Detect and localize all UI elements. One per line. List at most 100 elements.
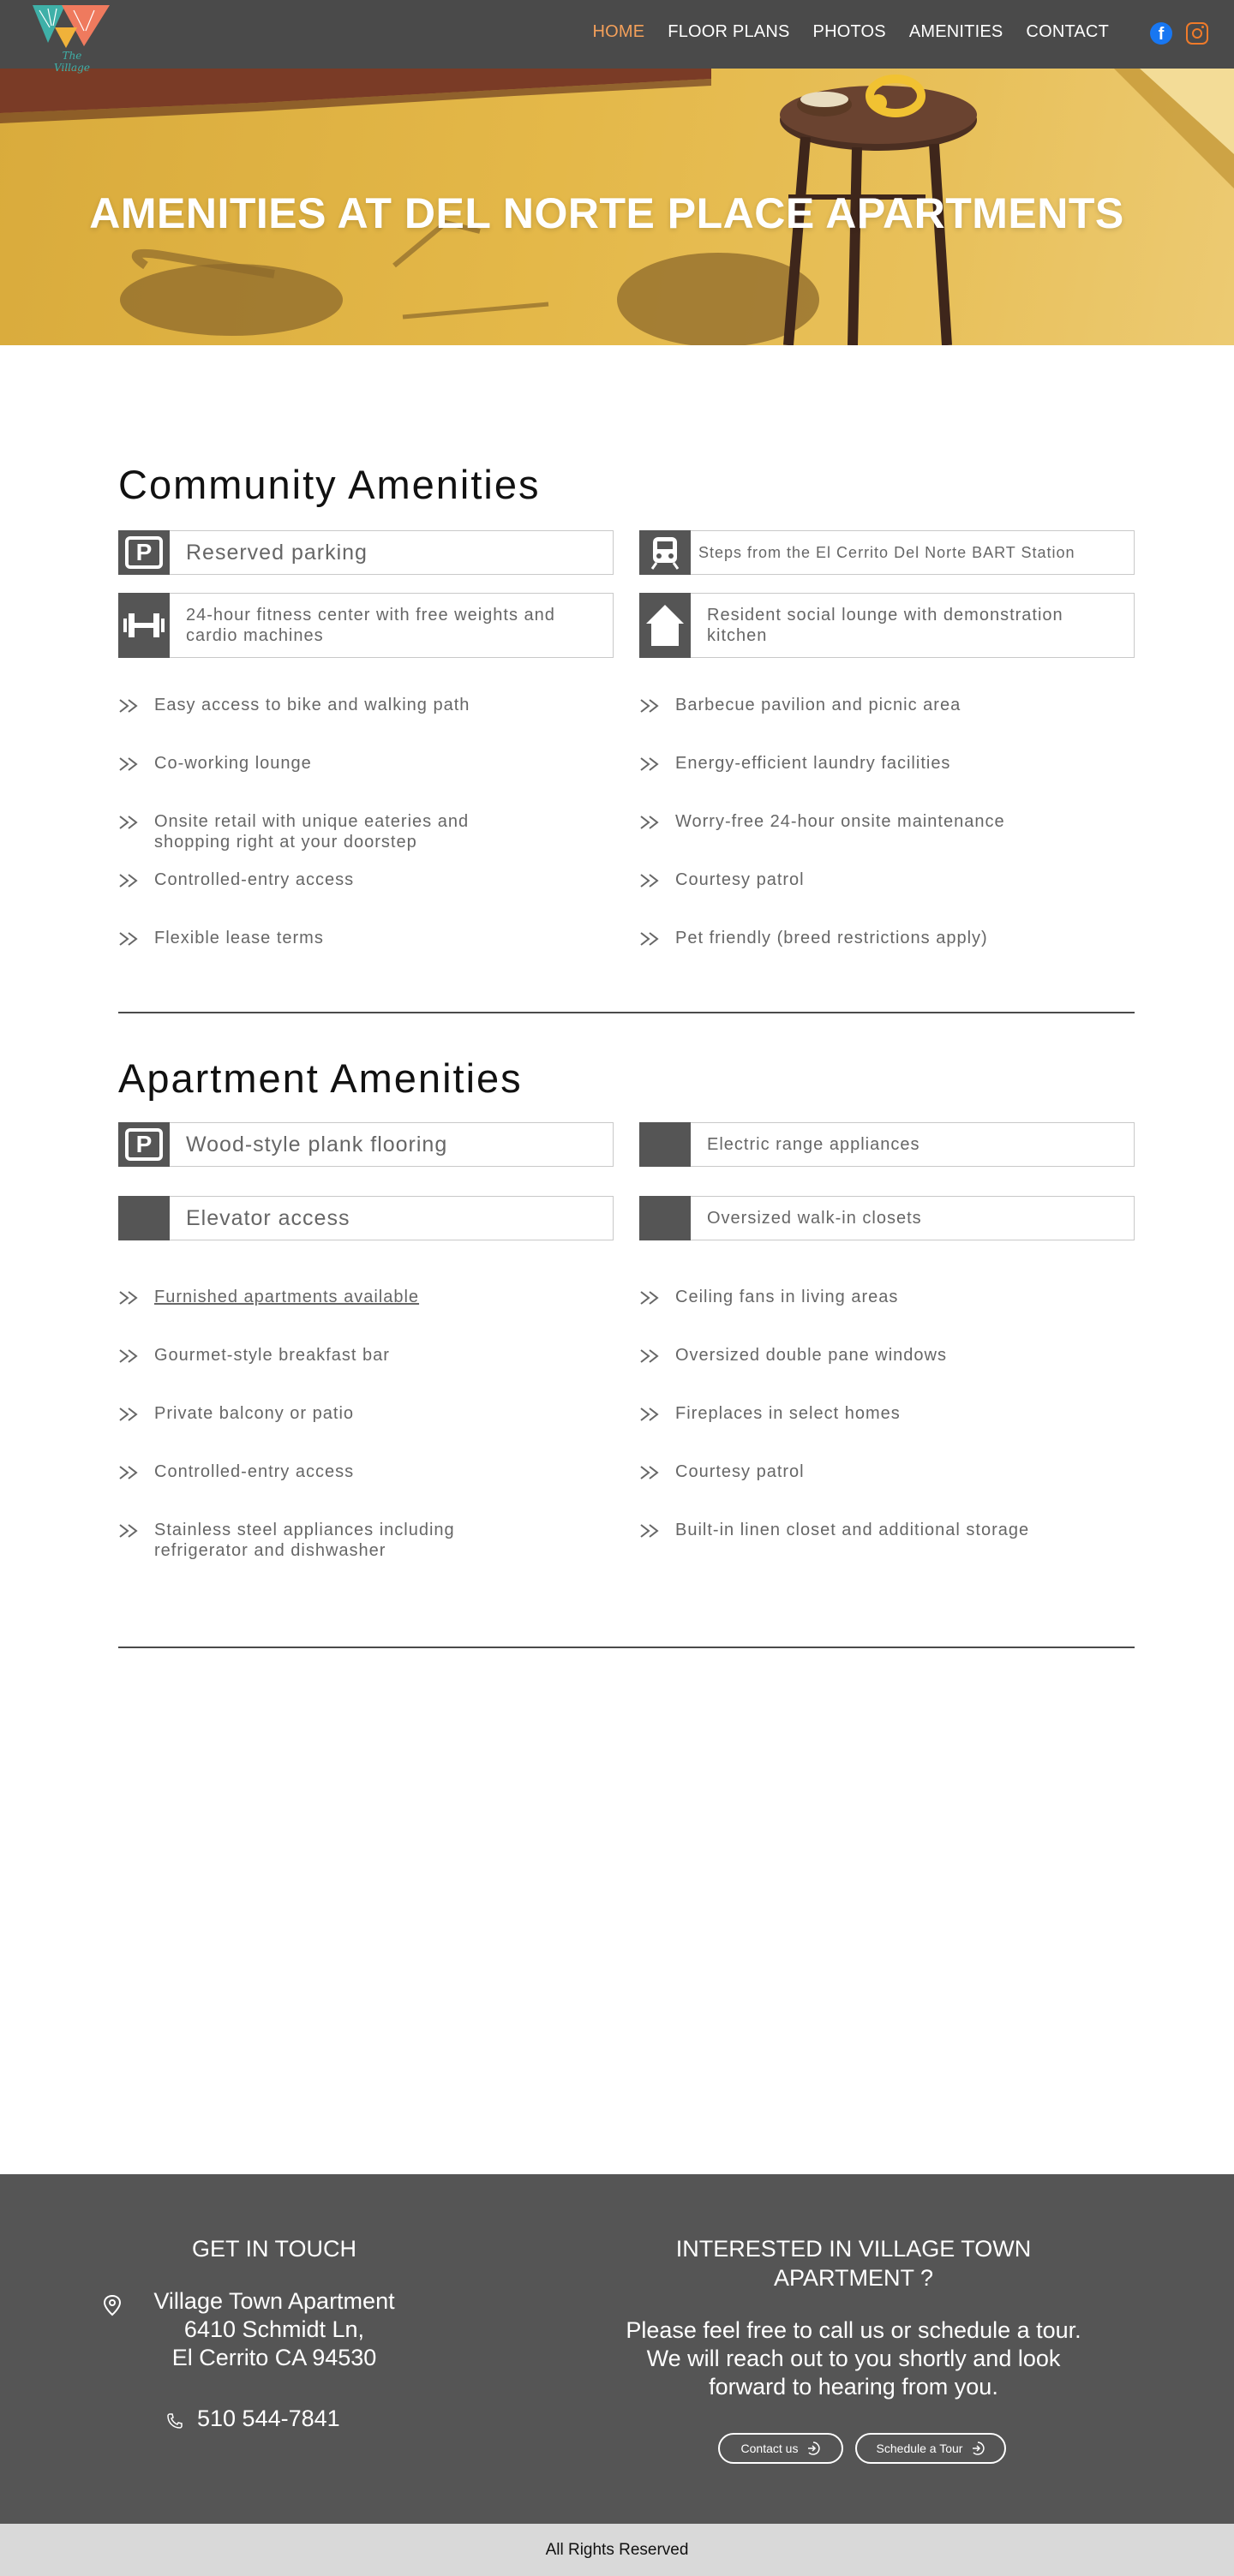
feature-label: Electric range appliances [707, 1135, 920, 1154]
double-chevron-icon [640, 757, 659, 771]
train-icon [639, 530, 691, 575]
parking-icon: P [118, 530, 170, 575]
nav-amenities[interactable]: AMENITIES [909, 22, 1003, 42]
apartment-feature-walk-in-closets: Oversized walk-in closets [639, 1196, 1135, 1240]
double-chevron-icon [640, 1349, 659, 1363]
hero-banner: AMENITIES AT DEL NORTE PLACE APARTMENTS [0, 69, 1234, 345]
schedule-tour-label: Schedule a Tour [876, 2442, 963, 2455]
list-item-label: Co-working lounge [154, 754, 312, 773]
interested-heading: INTERESTED IN VILLAGE TOWN APARTMENT ? [675, 2236, 1032, 2291]
feature-label: Resident social lounge with demonstratio… [707, 606, 1063, 645]
interested-body: Please feel free to call us or schedule … [626, 2317, 1081, 2400]
address-line-1: 6410 Schmidt Ln, [183, 2316, 365, 2342]
feature-icon-placeholder [639, 1122, 691, 1167]
site-logo[interactable]: The Village [31, 2, 113, 74]
parking-icon: P [118, 1122, 170, 1167]
feature-icon-placeholder [118, 1196, 170, 1240]
list-item-label: Energy-efficient laundry facilities [675, 754, 951, 773]
list-item-label: Stainless steel appliances including ref… [154, 1521, 466, 1560]
list-item-label: Easy access to bike and walking path [154, 696, 470, 714]
get-in-touch-heading: GET IN TOUCH [191, 2236, 357, 2262]
address-line-2: El Cerrito CA 94530 [171, 2345, 377, 2370]
list-item-label: Barbecue pavilion and picnic area [675, 696, 961, 714]
phone-number[interactable]: 510 544-7841 [197, 2406, 340, 2432]
apartment-feature-elevator: Elevator access [118, 1196, 614, 1240]
section-divider [118, 1012, 1135, 1013]
list-item-label: Controlled-entry access [154, 870, 355, 889]
logo-mark-icon [33, 5, 110, 48]
list-item-label: Pet friendly (breed restrictions apply) [675, 929, 988, 947]
apartment-amenities-title: Apartment Amenities [118, 1055, 523, 1101]
address: Village Town Apartment 6410 Schmidt Ln, … [111, 2287, 437, 2372]
double-chevron-icon [640, 1466, 659, 1479]
double-chevron-icon [640, 1408, 659, 1421]
arrow-right-circle-icon [973, 2442, 985, 2455]
site-footer: GET IN TOUCH Village Town Apartment 6410… [0, 2174, 1234, 2524]
list-item-label: Fireplaces in select homes [675, 1404, 901, 1423]
community-feature-reserved-parking: P Reserved parking [118, 530, 614, 575]
list-item-label: Gourmet-style breakfast bar [154, 1346, 390, 1365]
double-chevron-icon [119, 932, 138, 946]
feature-label: Wood-style plank flooring [186, 1132, 448, 1157]
top-navigation-bar: The Village HOME FLOOR PLANS PHOTOS AMEN… [0, 0, 1234, 74]
instagram-icon[interactable] [1186, 22, 1208, 45]
double-chevron-icon [640, 874, 659, 888]
apartment-feature-flooring: P Wood-style plank flooring [118, 1122, 614, 1167]
apartment-feature-electric-range: Electric range appliances [639, 1122, 1135, 1167]
facebook-icon[interactable]: f [1150, 22, 1172, 45]
double-chevron-icon [640, 816, 659, 829]
double-chevron-icon [119, 1466, 138, 1479]
nav-contact[interactable]: CONTACT [1026, 22, 1109, 42]
double-chevron-icon [119, 1291, 138, 1305]
double-chevron-icon [119, 1408, 138, 1421]
nav-photos[interactable]: PHOTOS [813, 22, 886, 42]
community-feature-social-lounge: Resident social lounge with demonstratio… [639, 593, 1135, 658]
double-chevron-icon [119, 816, 138, 829]
feature-icon-placeholder [639, 1196, 691, 1240]
logo-text: The Village [54, 50, 90, 74]
contact-us-button[interactable]: Contact us [718, 2433, 843, 2464]
feature-label: Oversized walk-in closets [707, 1209, 922, 1228]
community-feature-fitness-center: 24-hour fitness center with free weights… [118, 593, 614, 658]
dumbbell-icon [118, 593, 170, 658]
community-amenities-title: Community Amenities [118, 462, 541, 507]
double-chevron-icon [119, 1349, 138, 1363]
page-title: AMENITIES AT DEL NORTE PLACE APARTMENTS [89, 189, 1124, 237]
list-item-label: Built-in linen closet and additional sto… [675, 1521, 1030, 1539]
list-item-label: Controlled-entry access [154, 1462, 355, 1481]
feature-label: Reserved parking [186, 540, 368, 565]
social-links: f [1150, 22, 1208, 45]
copyright-text: All Rights Reserved [545, 2541, 689, 2559]
phone-icon [167, 2413, 183, 2429]
copyright-bar: All Rights Reserved [0, 2524, 1234, 2576]
address-name: Village Town Apartment [153, 2288, 395, 2314]
double-chevron-icon [119, 1524, 138, 1538]
house-icon [639, 593, 691, 658]
double-chevron-icon [640, 932, 659, 946]
schedule-tour-button[interactable]: Schedule a Tour [855, 2433, 1006, 2464]
list-item-label: Flexible lease terms [154, 929, 324, 947]
feature-label: Steps from the El Cerrito Del Norte BART… [698, 543, 1075, 561]
double-chevron-icon [119, 699, 138, 713]
section-divider [118, 1647, 1135, 1648]
contact-us-label: Contact us [740, 2442, 799, 2455]
arrow-right-circle-icon [808, 2442, 821, 2455]
double-chevron-icon [119, 757, 138, 771]
list-item-label: Courtesy patrol [675, 1462, 805, 1481]
community-feature-bart-station: Steps from the El Cerrito Del Norte BART… [639, 530, 1135, 575]
list-item-label: Onsite retail with unique eateries and s… [154, 812, 470, 852]
list-item-label: Oversized double pane windows [675, 1346, 947, 1365]
furnished-apartments-link[interactable]: Furnished apartments available [154, 1287, 591, 1307]
feature-label: Elevator access [186, 1205, 350, 1230]
nav-home[interactable]: HOME [592, 22, 644, 42]
list-item-label: Ceiling fans in living areas [675, 1288, 899, 1306]
double-chevron-icon [119, 874, 138, 888]
nav-floor-plans[interactable]: FLOOR PLANS [668, 22, 789, 42]
double-chevron-icon [640, 1291, 659, 1305]
feature-label: 24-hour fitness center with free weights… [186, 606, 555, 645]
double-chevron-icon [640, 1524, 659, 1538]
list-item-label: Private balcony or patio [154, 1404, 355, 1423]
main-nav: HOME FLOOR PLANS PHOTOS AMENITIES CONTAC… [592, 22, 1109, 42]
list-item-label: Worry-free 24-hour onsite maintenance [675, 812, 1005, 831]
double-chevron-icon [640, 699, 659, 713]
